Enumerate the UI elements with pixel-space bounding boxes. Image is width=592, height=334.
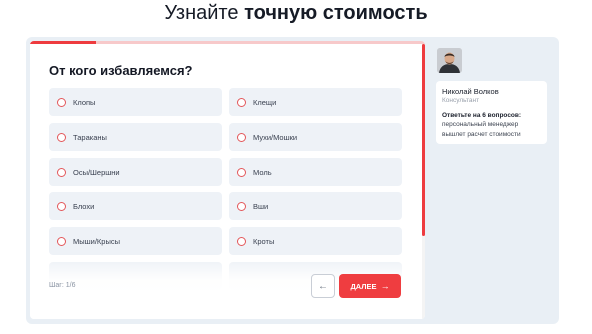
manager-card: Николай Волков Консультант Ответьте на 6… (436, 81, 547, 144)
manager-name: Николай Волков (442, 87, 499, 96)
option-item[interactable]: Клопы (49, 88, 222, 116)
radio-icon[interactable] (57, 167, 66, 177)
option-item[interactable]: Тараканы (49, 123, 222, 151)
option-label: Осы/Шершни (73, 167, 120, 177)
back-button[interactable]: ← (311, 274, 335, 298)
radio-icon[interactable] (237, 132, 246, 142)
radio-icon[interactable] (237, 97, 246, 107)
step-counter: Шаг: 1/6 (49, 282, 76, 289)
radio-icon[interactable] (237, 236, 246, 246)
option-label: Клопы (73, 97, 96, 107)
option-item[interactable]: Мухи/Мошки (229, 123, 402, 151)
option-label: Тараканы (73, 132, 107, 142)
option-item[interactable]: Вши (229, 192, 402, 220)
manager-role: Консультант (442, 97, 480, 104)
page-title: Узнайте точную стоимость (0, 0, 592, 26)
option-label: Моль (253, 167, 272, 177)
page-title-regular: Узнайте (164, 2, 239, 24)
question-title: От кого избавляемся? (49, 63, 193, 78)
radio-icon[interactable] (57, 236, 66, 246)
scrollbar-thumb[interactable] (422, 44, 425, 236)
option-item[interactable]: Моль (229, 158, 402, 186)
progress-bar (30, 41, 425, 44)
radio-icon[interactable] (57, 97, 66, 107)
option-label: Кроты (253, 236, 275, 246)
avatar-image (437, 48, 462, 73)
option-item[interactable]: Клещи (229, 88, 402, 116)
quiz-card: От кого избавляемся? Клопы Клещи Таракан… (30, 41, 425, 319)
progress-fill (30, 41, 96, 44)
option-label: Блохи (73, 201, 95, 211)
radio-icon[interactable] (57, 201, 66, 211)
radio-icon[interactable] (237, 201, 246, 211)
radio-icon[interactable] (57, 132, 66, 142)
arrow-right-icon: → (380, 281, 390, 291)
option-label: Мухи/Мошки (253, 132, 298, 142)
manager-heading: Ответьте на 6 вопросов: (442, 112, 522, 119)
option-item[interactable]: Блохи (49, 192, 222, 220)
manager-text: персональный менеджер вышлет расчет стои… (442, 121, 521, 138)
option-item[interactable]: Мыши/Крысы (49, 227, 222, 255)
arrow-left-icon: ← (318, 280, 328, 292)
option-item[interactable]: Осы/Шершни (49, 158, 222, 186)
avatar (437, 48, 462, 73)
option-item[interactable]: Кроты (229, 227, 402, 255)
option-label: Клещи (253, 97, 277, 107)
option-label: Вши (253, 201, 269, 211)
next-button[interactable]: ДАЛЕЕ → (339, 274, 401, 298)
page-title-bold: точную стоимость (244, 2, 428, 24)
next-button-label: ДАЛЕЕ (350, 281, 377, 291)
option-label: Мыши/Крысы (73, 236, 120, 246)
radio-icon[interactable] (237, 167, 246, 177)
